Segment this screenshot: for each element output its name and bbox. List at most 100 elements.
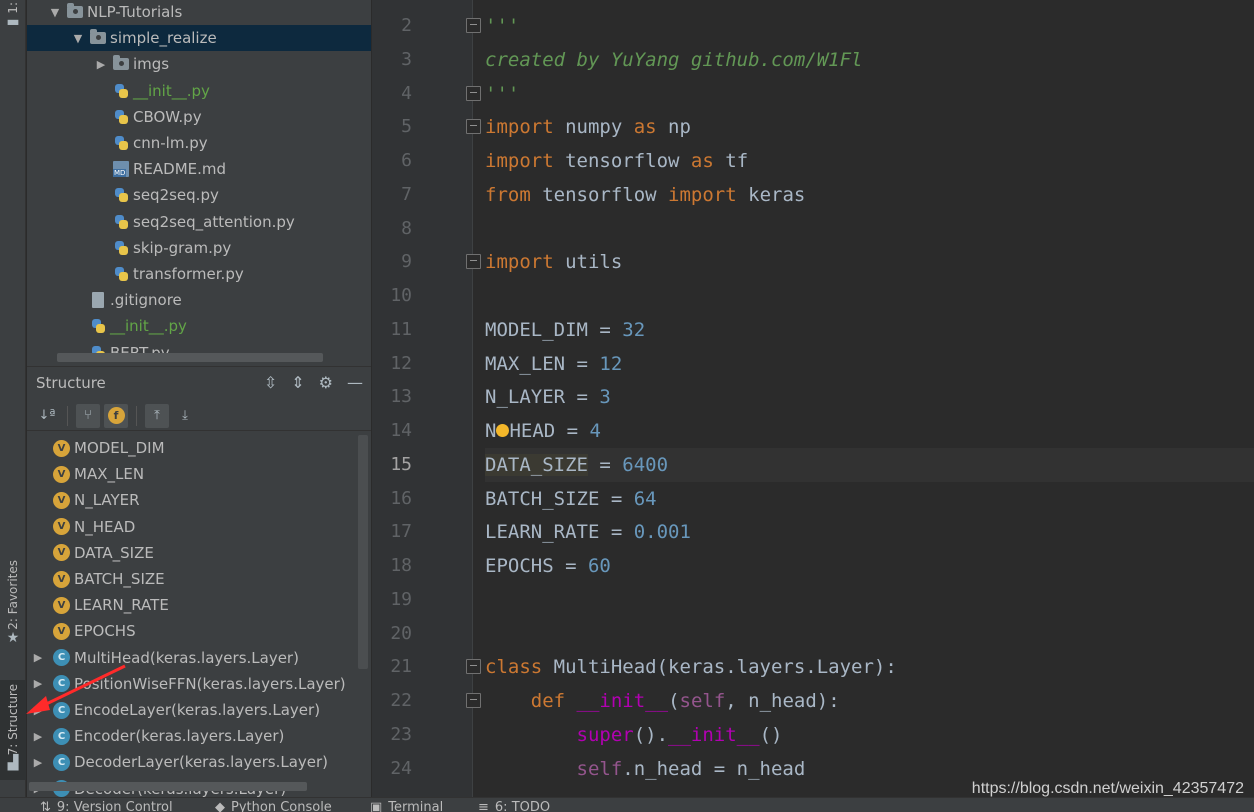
code-line[interactable] — [485, 617, 1254, 651]
structure-item[interactable]: ▶VDATA_SIZE — [27, 540, 371, 566]
structure-vertical-scrollbar[interactable] — [358, 435, 368, 669]
project-tree-item[interactable]: ▶seq2seq_attention.py — [27, 209, 371, 235]
structure-item[interactable]: ▶VN_HEAD — [27, 514, 371, 540]
structure-item[interactable]: ▶VMODEL_DIM — [27, 435, 371, 461]
code-line[interactable]: import tensorflow as tf — [485, 144, 1254, 178]
fold-marker-icon[interactable] — [466, 254, 481, 270]
structure-icon: ▟ — [7, 755, 19, 772]
favorites-tab-label: 2: Favorites — [6, 560, 20, 630]
collapsed-arrow-icon[interactable]: ▶ — [27, 677, 49, 690]
lightbulb-icon[interactable] — [496, 423, 510, 437]
project-tool-tab[interactable]: 1: ▬ — [0, 0, 26, 30]
structure-item[interactable]: ▶VMAX_LEN — [27, 461, 371, 487]
structure-item[interactable]: ▶VBATCH_SIZE — [27, 566, 371, 592]
fold-marker-icon[interactable] — [466, 18, 481, 33]
code-token: self — [679, 690, 726, 712]
project-tree-item[interactable]: ▶seq2seq.py — [27, 182, 371, 208]
code-line[interactable]: created by YuYang github.com/W1Fl — [485, 43, 1254, 77]
code-token: 6400 — [622, 453, 669, 476]
project-tree-item[interactable]: ▶skip-gram.py — [27, 235, 371, 261]
code-line[interactable]: N_LAYER = 3 — [485, 380, 1254, 414]
structure-title: Structure — [36, 374, 106, 392]
structure-horizontal-scrollbar[interactable] — [29, 782, 307, 791]
bottom-tab-label: Python Console — [231, 800, 332, 812]
code-line[interactable] — [485, 212, 1254, 246]
structure-item[interactable]: ▶VLEARN_RATE — [27, 592, 371, 618]
project-tree-item[interactable]: ▶MDREADME.md — [27, 156, 371, 182]
collapsed-arrow-icon[interactable]: ▶ — [27, 756, 49, 769]
fold-marker-icon[interactable] — [466, 85, 481, 101]
code-line[interactable]: import numpy as np — [485, 110, 1254, 144]
code-editor[interactable]: 2 3 4 5 6 7 8 9 10 11 12 13 14 15 16 17 18 19 20 21 22 23 24 '… — [372, 0, 1254, 797]
structure-item[interactable]: ▶ C MultiHead(keras.layers.Layer) — [27, 645, 371, 671]
code-line[interactable]: ''' — [485, 77, 1254, 111]
code-line[interactable]: def __init__(self, n_head): — [485, 684, 1254, 718]
project-tree-item[interactable]: ▶__init__.py — [27, 313, 371, 339]
minimize-icon[interactable]: — — [347, 373, 363, 392]
code-token: BATCH_SIZE = — [485, 487, 634, 510]
code-line[interactable]: super().__init__() — [485, 718, 1254, 752]
collapsed-arrow-icon[interactable]: ▶ — [27, 704, 49, 717]
code-line[interactable]: EPOCHS = 60 — [485, 549, 1254, 583]
bottom-tab[interactable]: ▣ Terminal — [370, 800, 443, 812]
code-token: (). — [633, 723, 669, 746]
structure-tool-tab[interactable]: 7: Structure ▟ — [0, 680, 26, 780]
code-line[interactable]: ''' — [485, 9, 1254, 43]
project-tree-item[interactable]: ▼ simple_realize — [27, 25, 371, 52]
project-tree-item[interactable]: ▶CBOW.py — [27, 104, 371, 130]
code-line[interactable]: N HEAD = 4 — [485, 414, 1254, 448]
show-fields-icon[interactable]: f — [104, 403, 128, 428]
show-inherited-icon[interactable]: ⑂ — [76, 403, 100, 428]
code-line[interactable]: MODEL_DIM = 32 — [485, 313, 1254, 347]
structure-toolbar: ↓ª ⑂ f ⤒ ⤓ — [27, 401, 371, 431]
structure-item[interactable]: ▶ C Encoder(keras.layers.Layer) — [27, 723, 371, 749]
fold-marker-icon[interactable] — [466, 119, 481, 135]
project-tree-item[interactable]: ▶__init__.py — [27, 78, 371, 104]
code-token: MultiHead(keras.layers.Layer): — [542, 656, 897, 679]
structure-item[interactable]: ▶ C DecoderLayer(keras.layers.Layer) — [27, 749, 371, 775]
code-line[interactable] — [485, 279, 1254, 313]
collapsed-arrow-icon[interactable]: ▶ — [94, 58, 108, 71]
code-line[interactable]: MAX_LEN = 12 — [485, 347, 1254, 381]
collapsed-arrow-icon[interactable]: ▶ — [27, 730, 49, 743]
autoscroll-to-source-icon[interactable]: ⤒ — [145, 403, 169, 428]
fold-marker-icon[interactable] — [466, 659, 481, 675]
gear-icon[interactable]: ⚙ — [319, 373, 333, 392]
code-line[interactable] — [485, 583, 1254, 617]
collapsed-arrow-icon[interactable]: ▶ — [27, 651, 49, 664]
project-tree-item[interactable]: ▶.gitignore — [27, 287, 371, 313]
code-token: created by YuYang github.com/W1Fl — [485, 48, 863, 71]
class-icon: C — [53, 675, 70, 693]
project-tree-item[interactable]: ▶ imgs — [27, 51, 371, 77]
fold-marker-icon[interactable] — [466, 693, 481, 708]
project-tree-item[interactable]: ▼ NLP-Tutorials — [27, 0, 371, 25]
code-line[interactable]: BATCH_SIZE = 64 — [485, 482, 1254, 516]
sort-alpha-icon[interactable]: ↓ª — [35, 404, 59, 428]
project-tree-item[interactable]: ▶cnn-lm.py — [27, 130, 371, 156]
bottom-tab[interactable]: ≡ 6: TODO — [478, 800, 550, 812]
code-token: 64 — [633, 487, 657, 510]
bottom-tab[interactable]: ◆ Python Console — [215, 800, 332, 812]
structure-item[interactable]: ▶ C EncodeLayer(keras.layers.Layer) — [27, 697, 371, 723]
expand-all-icon[interactable]: ⇳ — [264, 373, 277, 392]
structure-item[interactable]: ▶ C PositionWiseFFN(keras.layers.Layer) — [27, 671, 371, 697]
code-line[interactable]: from tensorflow import keras — [485, 178, 1254, 212]
expanded-arrow-icon[interactable]: ▼ — [71, 32, 85, 45]
watermark-text: https://blog.csdn.net/weixin_42357472 — [971, 780, 1244, 797]
structure-item[interactable]: ▶VN_LAYER — [27, 487, 371, 513]
collapse-all-icon[interactable]: ⇕ — [291, 373, 304, 392]
favorites-tool-tab[interactable]: 2: Favorites ★ — [0, 560, 26, 646]
bottom-tab[interactable]: ⇅ 9: Version Control — [40, 800, 173, 812]
code-line[interactable]: DATA_SIZE = 6400 — [485, 447, 1254, 482]
code-line[interactable]: import utils — [485, 245, 1254, 279]
bottom-tab-label: 9: Version Control — [56, 800, 173, 812]
code-line[interactable]: LEARN_RATE = 0.001 — [485, 515, 1254, 549]
project-horizontal-scrollbar[interactable] — [57, 353, 323, 362]
python-file-icon — [89, 317, 107, 335]
variable-icon: V — [53, 570, 70, 588]
project-tree-item[interactable]: ▶transformer.py — [27, 261, 371, 287]
code-line[interactable]: class MultiHead(keras.layers.Layer): — [485, 650, 1254, 684]
structure-item[interactable]: ▶VEPOCHS — [27, 618, 371, 644]
expanded-arrow-icon[interactable]: ▼ — [48, 6, 62, 19]
autoscroll-from-source-icon[interactable]: ⤓ — [173, 404, 197, 428]
